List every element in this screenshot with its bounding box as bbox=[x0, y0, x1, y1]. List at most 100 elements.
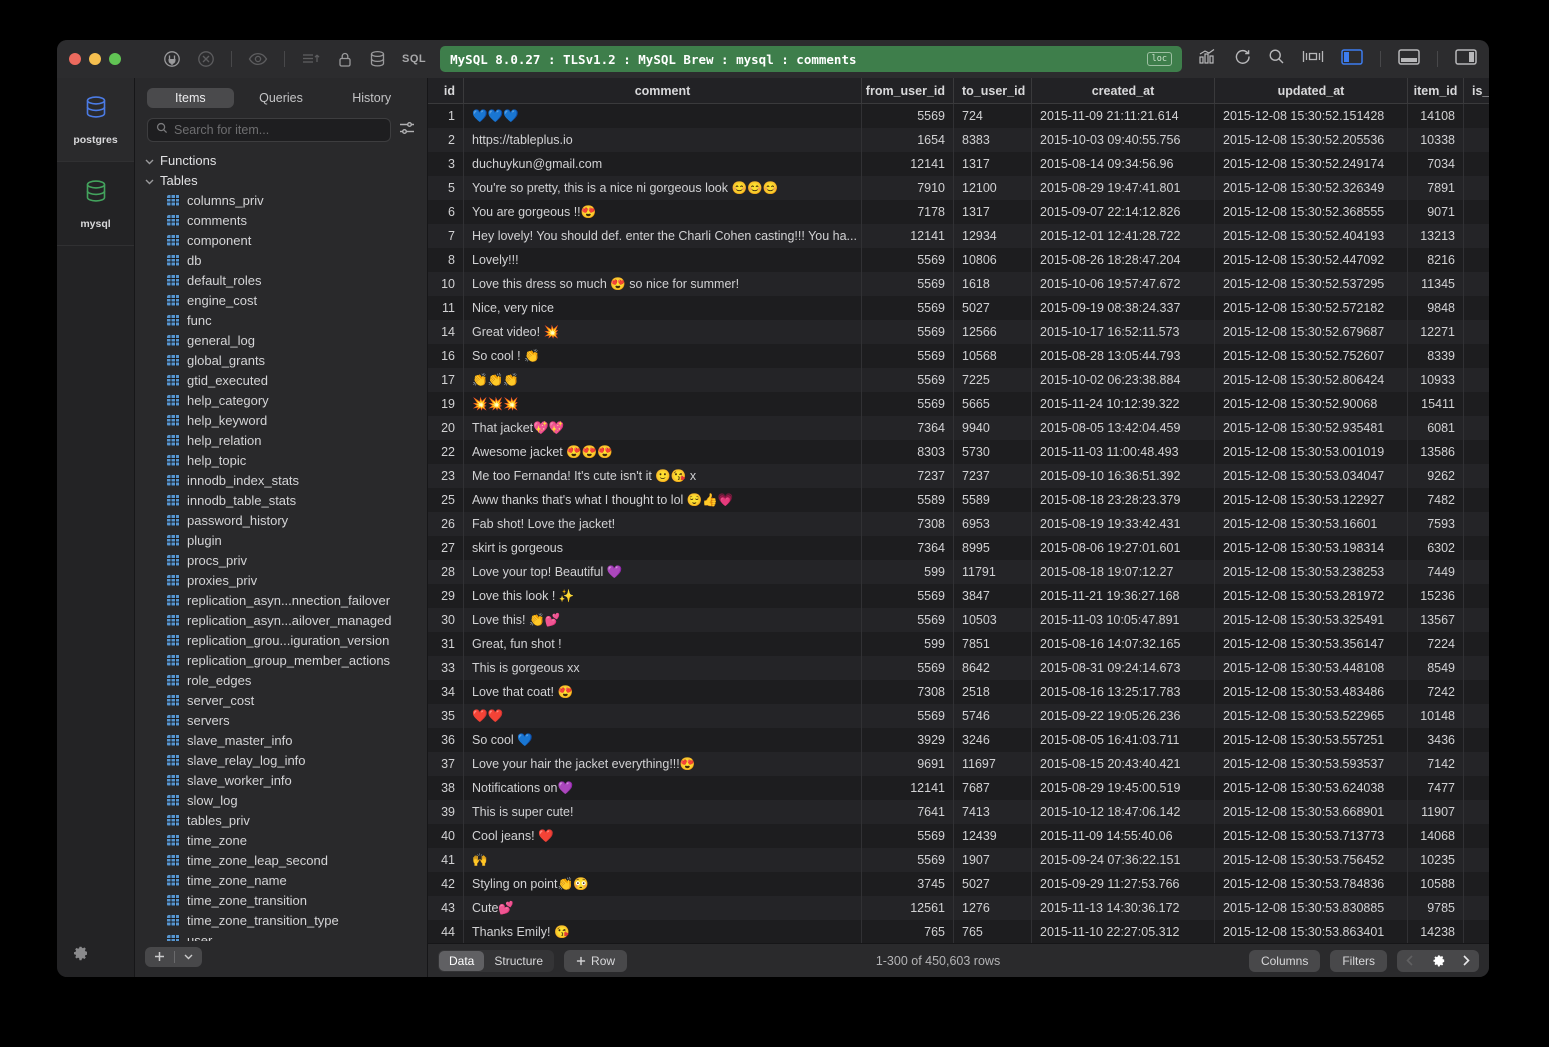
cell-updated_at[interactable]: 2015-12-08 15:30:52.368555 bbox=[1215, 200, 1408, 224]
cell-to_user_id[interactable]: 10806 bbox=[954, 248, 1032, 272]
table-row[interactable]: 37Love your hair the jacket everything!!… bbox=[428, 752, 1489, 776]
cell-comment[interactable]: Love this dress so much 😍 so nice for su… bbox=[464, 272, 862, 296]
cell-comment[interactable]: Nice, very nice bbox=[464, 296, 862, 320]
cell-is_[interactable] bbox=[1464, 920, 1489, 943]
next-page-icon[interactable] bbox=[1454, 950, 1479, 972]
cell-created_at[interactable]: 2015-10-17 16:52:11.573 bbox=[1032, 320, 1215, 344]
tab-history[interactable]: History bbox=[328, 88, 415, 108]
commit-log-icon[interactable] bbox=[301, 51, 321, 67]
cell-id[interactable]: 42 bbox=[428, 872, 464, 896]
cell-is_[interactable] bbox=[1464, 200, 1489, 224]
table-settings-gear-icon[interactable] bbox=[1422, 950, 1454, 972]
cell-updated_at[interactable]: 2015-12-08 15:30:52.205536 bbox=[1215, 128, 1408, 152]
cell-item_id[interactable]: 8216 bbox=[1408, 248, 1464, 272]
cell-updated_at[interactable]: 2015-12-08 15:30:53.325491 bbox=[1215, 608, 1408, 632]
table-row[interactable]: 30Love this! 👏💕5569105032015-11-03 10:05… bbox=[428, 608, 1489, 632]
cell-to_user_id[interactable]: 7225 bbox=[954, 368, 1032, 392]
cell-item_id[interactable]: 9071 bbox=[1408, 200, 1464, 224]
cell-is_[interactable] bbox=[1464, 632, 1489, 656]
cell-id[interactable]: 31 bbox=[428, 632, 464, 656]
cell-item_id[interactable]: 8549 bbox=[1408, 656, 1464, 680]
cell-to_user_id[interactable]: 12566 bbox=[954, 320, 1032, 344]
tree-group-tables[interactable]: Tables bbox=[135, 170, 427, 190]
cell-created_at[interactable]: 2015-09-24 07:36:22.151 bbox=[1032, 848, 1215, 872]
cell-id[interactable]: 38 bbox=[428, 776, 464, 800]
cell-to_user_id[interactable]: 5665 bbox=[954, 392, 1032, 416]
cell-created_at[interactable]: 2015-08-18 23:28:23.379 bbox=[1032, 488, 1215, 512]
cell-created_at[interactable]: 2015-09-22 19:05:26.236 bbox=[1032, 704, 1215, 728]
cell-comment[interactable]: So cool 💙 bbox=[464, 728, 862, 752]
sidebar-table-item[interactable]: tables_priv bbox=[135, 810, 427, 830]
cell-created_at[interactable]: 2015-08-16 14:07:32.165 bbox=[1032, 632, 1215, 656]
cell-from_user_id[interactable]: 5569 bbox=[862, 824, 954, 848]
sidebar-table-item[interactable]: proxies_priv bbox=[135, 570, 427, 590]
cell-id[interactable]: 29 bbox=[428, 584, 464, 608]
search-input[interactable] bbox=[174, 123, 382, 137]
item-search-field[interactable] bbox=[147, 118, 391, 142]
column-header-updated-at[interactable]: updated_at bbox=[1215, 78, 1408, 103]
cell-created_at[interactable]: 2015-10-02 06:23:38.884 bbox=[1032, 368, 1215, 392]
cell-to_user_id[interactable]: 8642 bbox=[954, 656, 1032, 680]
sidebar-table-item[interactable]: slave_worker_info bbox=[135, 770, 427, 790]
cell-updated_at[interactable]: 2015-12-08 15:30:52.537295 bbox=[1215, 272, 1408, 296]
cell-created_at[interactable]: 2015-08-28 13:05:44.793 bbox=[1032, 344, 1215, 368]
cell-is_[interactable] bbox=[1464, 824, 1489, 848]
database-icon[interactable] bbox=[369, 50, 386, 68]
close-window-button[interactable] bbox=[69, 53, 81, 65]
table-row[interactable]: 5You're so pretty, this is a nice ni gor… bbox=[428, 176, 1489, 200]
sidebar-table-item[interactable]: component bbox=[135, 230, 427, 250]
cell-item_id[interactable]: 7482 bbox=[1408, 488, 1464, 512]
sidebar-table-item[interactable]: time_zone bbox=[135, 830, 427, 850]
cell-item_id[interactable]: 13567 bbox=[1408, 608, 1464, 632]
cell-is_[interactable] bbox=[1464, 104, 1489, 128]
cell-item_id[interactable]: 11345 bbox=[1408, 272, 1464, 296]
connection-postgres[interactable]: postgres bbox=[57, 78, 134, 162]
cell-item_id[interactable]: 7242 bbox=[1408, 680, 1464, 704]
cell-updated_at[interactable]: 2015-12-08 15:30:53.784836 bbox=[1215, 872, 1408, 896]
cell-is_[interactable] bbox=[1464, 392, 1489, 416]
sidebar-table-item[interactable]: help_relation bbox=[135, 430, 427, 450]
cell-updated_at[interactable]: 2015-12-08 15:30:53.668901 bbox=[1215, 800, 1408, 824]
sidebar-table-item[interactable]: slave_relay_log_info bbox=[135, 750, 427, 770]
cell-updated_at[interactable]: 2015-12-08 15:30:53.830885 bbox=[1215, 896, 1408, 920]
sidebar-table-item[interactable]: comments bbox=[135, 210, 427, 230]
cell-id[interactable]: 20 bbox=[428, 416, 464, 440]
sql-editor-button[interactable]: SQL bbox=[402, 53, 426, 65]
cell-comment[interactable]: Cool jeans! ❤️ bbox=[464, 824, 862, 848]
cell-created_at[interactable]: 2015-08-14 09:34:56.96 bbox=[1032, 152, 1215, 176]
cell-updated_at[interactable]: 2015-12-08 15:30:53.756452 bbox=[1215, 848, 1408, 872]
cell-created_at[interactable]: 2015-09-10 16:36:51.392 bbox=[1032, 464, 1215, 488]
add-row-button[interactable]: Row bbox=[564, 950, 627, 972]
table-row[interactable]: 28Love your top! Beautiful 💜599117912015… bbox=[428, 560, 1489, 584]
cell-comment[interactable]: Styling on point👏😳 bbox=[464, 872, 862, 896]
table-row[interactable]: 11Nice, very nice556950272015-09-19 08:3… bbox=[428, 296, 1489, 320]
cell-updated_at[interactable]: 2015-12-08 15:30:52.806424 bbox=[1215, 368, 1408, 392]
cell-created_at[interactable]: 2015-10-06 19:57:47.672 bbox=[1032, 272, 1215, 296]
table-row[interactable]: 44Thanks Emily! 😘7657652015-11-10 22:27:… bbox=[428, 920, 1489, 943]
cell-to_user_id[interactable]: 1618 bbox=[954, 272, 1032, 296]
cell-updated_at[interactable]: 2015-12-08 15:30:53.281972 bbox=[1215, 584, 1408, 608]
sidebar-table-item[interactable]: replication_asyn...nnection_failover bbox=[135, 590, 427, 610]
cell-is_[interactable] bbox=[1464, 320, 1489, 344]
cell-comment[interactable]: Thanks Emily! 😘 bbox=[464, 920, 862, 943]
table-row[interactable]: 33This is gorgeous xx556986422015-08-31 … bbox=[428, 656, 1489, 680]
cell-is_[interactable] bbox=[1464, 776, 1489, 800]
cell-id[interactable]: 2 bbox=[428, 128, 464, 152]
sidebar-table-item[interactable]: func bbox=[135, 310, 427, 330]
cell-is_[interactable] bbox=[1464, 800, 1489, 824]
cell-item_id[interactable]: 12271 bbox=[1408, 320, 1464, 344]
cell-created_at[interactable]: 2015-11-03 10:05:47.891 bbox=[1032, 608, 1215, 632]
cell-comment[interactable]: duchuykun@gmail.com bbox=[464, 152, 862, 176]
cell-from_user_id[interactable]: 599 bbox=[862, 560, 954, 584]
cell-is_[interactable] bbox=[1464, 272, 1489, 296]
sidebar-table-item[interactable]: gtid_executed bbox=[135, 370, 427, 390]
cell-from_user_id[interactable]: 7308 bbox=[862, 680, 954, 704]
cell-to_user_id[interactable]: 1317 bbox=[954, 200, 1032, 224]
columns-button[interactable]: Columns bbox=[1249, 950, 1320, 972]
cell-from_user_id[interactable]: 5569 bbox=[862, 344, 954, 368]
refresh-icon[interactable] bbox=[1234, 48, 1251, 70]
cell-item_id[interactable]: 7593 bbox=[1408, 512, 1464, 536]
cell-comment[interactable]: skirt is gorgeous bbox=[464, 536, 862, 560]
cell-is_[interactable] bbox=[1464, 680, 1489, 704]
cell-comment[interactable]: Love that coat! 😍 bbox=[464, 680, 862, 704]
